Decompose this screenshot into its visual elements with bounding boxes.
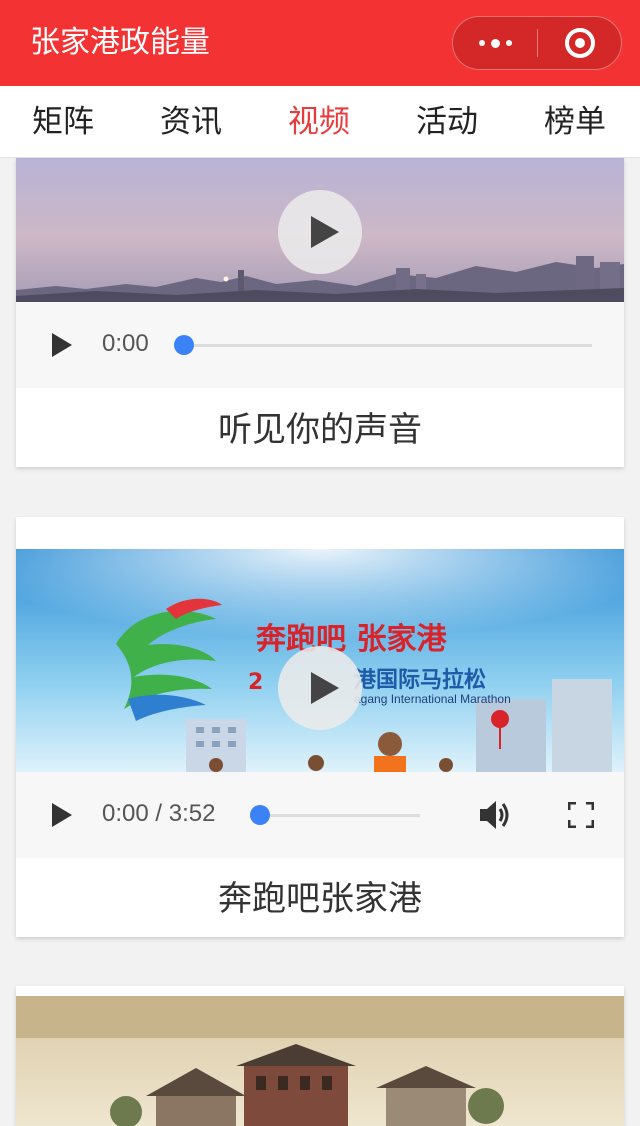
video-controls: 0:00 / 3:52 [16, 772, 624, 858]
progress-knob[interactable] [174, 335, 194, 355]
video-player[interactable]: 奔跑吧 张家港 2 港国际马拉松 agang International Mar… [16, 549, 624, 772]
fullscreen-icon[interactable] [568, 802, 594, 828]
capsule-divider [537, 29, 538, 57]
thumb-headline: 奔跑吧 张家港 [256, 622, 447, 657]
tab-video[interactable]: 视频 [288, 86, 350, 158]
tab-rankings[interactable]: 榜单 [544, 86, 606, 158]
tab-activities[interactable]: 活动 [416, 86, 478, 158]
video-card: 奔跑吧 张家港 2 港国际马拉松 agang International Mar… [16, 517, 624, 937]
tab-matrix[interactable]: 矩阵 [32, 86, 94, 158]
volume-icon[interactable] [478, 798, 514, 832]
tab-bar: 矩阵 资讯 视频 活动 榜单 [0, 86, 640, 158]
target-close-icon[interactable] [565, 28, 595, 58]
video-thumbnail [16, 996, 624, 1126]
mini-program-capsule [452, 16, 622, 70]
app-title: 张家港政能量 [30, 25, 210, 60]
progress-knob[interactable] [250, 805, 270, 825]
play-icon[interactable] [52, 803, 72, 827]
video-card [16, 986, 624, 1126]
thumb-english: agang International Marathon [354, 692, 511, 706]
play-icon[interactable] [278, 646, 362, 730]
thumb-year: 2 [248, 670, 263, 695]
play-icon[interactable] [278, 190, 362, 274]
time-display: 0:00 [102, 330, 149, 357]
video-player[interactable] [16, 158, 624, 302]
top-bar: 张家港政能量 [0, 0, 640, 86]
play-icon[interactable] [52, 333, 72, 357]
video-caption: 听见你的声音 [218, 410, 422, 450]
video-caption: 奔跑吧张家港 [218, 879, 422, 919]
tab-news[interactable]: 资讯 [160, 86, 222, 158]
thumb-subtitle: 港国际马拉松 [354, 667, 486, 693]
more-dots-icon[interactable] [453, 17, 537, 69]
time-display: 0:00 / 3:52 [102, 800, 216, 827]
video-controls: 0:00 [16, 302, 624, 388]
progress-track[interactable] [184, 344, 592, 347]
video-card: 0:00 听见你的声音 [16, 158, 624, 467]
video-player[interactable] [16, 996, 624, 1126]
progress-track[interactable] [260, 814, 420, 817]
